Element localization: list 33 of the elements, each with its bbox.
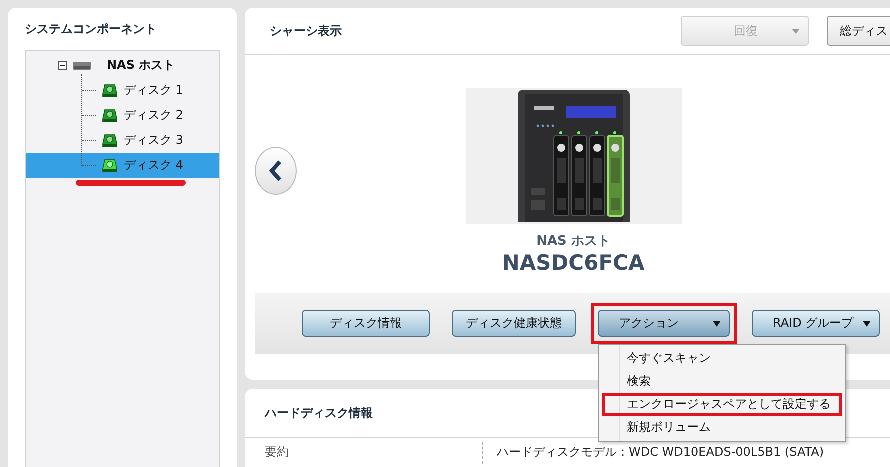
tree-item[interactable]: NAS ホスト [26, 53, 219, 78]
caret-icon [863, 320, 871, 326]
panel-title: システムコンポーネント [25, 20, 157, 38]
chevron-left-icon [269, 160, 283, 182]
info-value: ハードディスクモデル：WDC WD10EADS-00L5B1 (SATA) [496, 444, 824, 461]
action-button[interactable]: ディスク情報 [302, 310, 430, 337]
device-name: NASDC6FCA [502, 250, 645, 274]
tree-item[interactable]: ディスク 3 [26, 128, 219, 153]
server-icon [73, 62, 91, 70]
caret-icon [713, 320, 721, 326]
panel-title: シャーシ表示 [270, 22, 342, 40]
tree-label: ディスク 4 [124, 157, 184, 174]
tree-label: NAS ホスト [107, 57, 176, 74]
tree-label: ディスク 3 [124, 132, 184, 149]
dropdown-button[interactable]: アクション [598, 310, 730, 337]
menu-item[interactable]: 新規ボリューム [602, 416, 842, 439]
caret-icon [792, 28, 800, 34]
back-button[interactable] [255, 147, 297, 195]
tree-label: ディスク 2 [124, 107, 184, 124]
panel-title: ハードディスク情報 [264, 404, 373, 422]
menu-item[interactable]: エンクロージャスペアとして設定する [602, 393, 842, 416]
tree-item[interactable]: ディスク 4 [26, 153, 219, 178]
menu-item[interactable]: 検索 [602, 370, 842, 393]
tree-label: ディスク 1 [124, 82, 184, 99]
info-label: 要約 [245, 442, 483, 464]
device-type: NAS ホスト [536, 232, 610, 250]
dropdown-button[interactable]: RAID グループ [752, 310, 880, 337]
toolbar-button[interactable]: 総ディス [827, 16, 890, 46]
tree-item[interactable]: ディスク 2 [26, 103, 219, 128]
menu-item[interactable]: 今すぐスキャン [602, 347, 842, 370]
action-button[interactable]: ディスク健康状態 [452, 310, 576, 337]
collapse-icon[interactable] [58, 61, 67, 70]
tree-item[interactable]: ディスク 1 [26, 78, 219, 103]
